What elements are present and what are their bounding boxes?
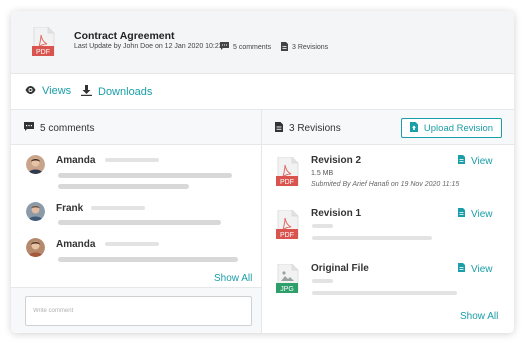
view-label: View	[471, 155, 493, 167]
upload-revision-button[interactable]: Upload Revision	[401, 118, 502, 138]
placeholder-line	[312, 236, 432, 240]
commenter-name: Amanda	[56, 239, 96, 250]
tab-downloads-label: Downloads	[98, 86, 153, 98]
revisions-show-all-link[interactable]: Show All	[460, 311, 498, 322]
revisions-count-stat: 3 Revisions	[281, 42, 328, 53]
placeholder-line	[58, 184, 189, 189]
comments-panel-title-text: 5 comments	[40, 122, 95, 134]
comments-show-all-link[interactable]: Show All	[214, 273, 252, 284]
document-header: PDF Contract Agreement Last Update by Jo…	[11, 11, 514, 74]
document-meta: Last Update by John Doe on 12 Jan 2020 1…	[74, 43, 223, 50]
file-type-label: PDF	[280, 179, 294, 186]
document-title: Contract Agreement	[74, 30, 175, 42]
comment-icon	[24, 122, 34, 134]
upload-revision-label: Upload Revision	[423, 122, 494, 134]
revisions-count: 3 Revisions	[292, 44, 329, 51]
comments-count: 5 comments	[233, 43, 272, 51]
comments-panel-title: 5 comments	[24, 122, 94, 134]
jpg-file-icon: JPG	[276, 263, 300, 300]
file-type-label: PDF	[36, 49, 50, 56]
placeholder-line	[312, 291, 457, 295]
tab-downloads[interactable]: Downloads	[81, 85, 152, 99]
revision-title: Original File	[311, 263, 369, 274]
placeholder-line	[91, 206, 145, 210]
file-upload-icon	[409, 121, 418, 135]
avatar	[26, 155, 45, 174]
revision-view-link[interactable]: View	[458, 263, 493, 275]
view-label: View	[471, 263, 493, 275]
avatar	[26, 238, 45, 257]
document-card: PDF Contract Agreement Last Update by Jo…	[11, 11, 514, 333]
file-icon	[458, 208, 465, 220]
revisions-panel-title: 3 Revisions	[275, 122, 341, 135]
revision-title: Revision 2	[311, 155, 362, 166]
revision-submitted: Submited By Arief Hanafi on 19 Nov 2020 …	[311, 181, 460, 188]
avatar	[26, 202, 45, 221]
tab-views-label: Views	[42, 85, 72, 97]
revision-view-link[interactable]: View	[458, 208, 493, 220]
file-icon	[458, 155, 465, 167]
pdf-file-icon: PDF	[32, 26, 56, 63]
placeholder-line	[105, 158, 159, 162]
commenter-name: Frank	[56, 203, 84, 214]
file-icon	[281, 42, 288, 53]
placeholder-line	[105, 242, 159, 246]
placeholder-line	[58, 257, 238, 262]
eye-icon	[25, 85, 36, 97]
file-icon	[275, 122, 283, 135]
pdf-file-icon: PDF	[276, 156, 300, 193]
placeholder-line	[58, 173, 232, 178]
tab-views[interactable]: Views	[25, 85, 71, 97]
comments-count-stat: 5 comments	[220, 42, 271, 52]
comment-input[interactable]	[25, 296, 252, 326]
revision-size: 1.5 MB	[311, 170, 334, 177]
placeholder-line	[58, 220, 221, 225]
commenter-name: Amanda	[56, 155, 96, 166]
download-icon	[81, 85, 92, 99]
comment-icon	[220, 42, 229, 52]
document-nav: Views Downloads	[11, 74, 514, 110]
file-type-label: PDF	[280, 232, 294, 239]
file-type-label: JPG	[280, 286, 294, 293]
placeholder-line	[312, 279, 333, 283]
pdf-file-icon: PDF	[276, 209, 300, 246]
placeholder-line	[312, 224, 333, 228]
revision-view-link[interactable]: View	[458, 155, 493, 167]
revisions-panel-title-text: 3 Revisions	[289, 123, 341, 134]
file-icon	[458, 263, 465, 275]
revision-title: Revision 1	[311, 208, 362, 219]
panel-divider	[261, 145, 262, 333]
view-label: View	[471, 208, 493, 220]
comments-panel-header: 5 comments	[11, 110, 261, 145]
